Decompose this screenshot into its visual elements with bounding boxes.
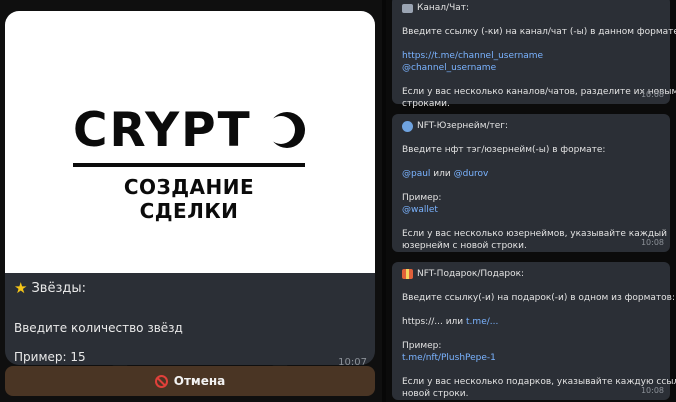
- message-time: 10:07: [338, 357, 367, 365]
- prohibited-icon: [154, 374, 168, 388]
- card-example: Пример: 15: [14, 350, 86, 364]
- bubble-note: Если у вас несколько юзернеймов, указыва…: [402, 229, 668, 239]
- star-icon: ★: [14, 279, 28, 297]
- bubble-note-2: юзернейм с новой строки.: [402, 241, 527, 251]
- cancel-button-label: Отмена: [173, 374, 226, 388]
- link-wallet[interactable]: @wallet: [402, 204, 660, 216]
- chat-panel: CRYPT СОЗДАНИЕ СДЕЛКИ ★ Звёзды: Введите …: [0, 0, 382, 402]
- bubble-note-2: новой строки.: [402, 389, 469, 399]
- moon-logo-icon: [267, 112, 305, 148]
- bubble-note: Если у вас несколько каналов/чатов, разд…: [402, 87, 676, 97]
- message-time: 10:08: [640, 90, 664, 99]
- cancel-button[interactable]: Отмена: [5, 366, 375, 396]
- bubble-channel: Канал/Чат: Введите ссылку (-ки) на канал…: [392, 0, 676, 109]
- bubble-note: Если у вас несколько подарков, указывайт…: [402, 377, 676, 387]
- gift-formats: https://... или t.me/...: [402, 317, 499, 327]
- bubble-title: NFT-Подарок/Подарок:: [402, 268, 660, 280]
- bubble-title: NFT-Юзернейм/тег:: [402, 120, 660, 132]
- logo-subtitle: СОЗДАНИЕ СДЕЛКИ: [123, 175, 255, 223]
- link-channel-username[interactable]: @channel_username: [402, 62, 660, 74]
- link-durov[interactable]: @durov: [454, 169, 489, 179]
- card-title: ★ Звёзды:: [14, 279, 86, 297]
- bubble-note-2: строками.: [402, 99, 450, 109]
- link-paul[interactable]: @paul: [402, 169, 430, 179]
- link-plushpepe[interactable]: t.me/nft/PlushPepe-1: [402, 352, 660, 364]
- username-examples: @paul или @durov: [402, 169, 489, 179]
- message-time: 10:08: [640, 386, 664, 395]
- card-prompt: Введите количество звёзд: [14, 321, 183, 335]
- bubble-instruction: Введите ссылку(-и) на подарок(-и) в одно…: [402, 293, 675, 303]
- example-label: Пример:: [402, 341, 442, 351]
- user-icon: [402, 120, 413, 132]
- message-time: 10:08: [640, 238, 664, 247]
- link-channel-url[interactable]: https://t.me/channel_username: [402, 50, 660, 62]
- example-label: Пример:: [402, 193, 442, 203]
- right-chat-panel: Канал/Чат: Введите ссылку (-ки) на канал…: [386, 0, 676, 402]
- bubble-nft-gift: NFT-Подарок/Подарок: Введите ссылку(-и) …: [392, 262, 676, 400]
- bubble-instruction: Введите нфт тэг/юзернейм(-ы) в формате:: [402, 145, 606, 155]
- gift-icon: [402, 269, 413, 279]
- bubble-nft-username: NFT-Юзернейм/тег: Введите нфт тэг/юзерне…: [392, 114, 670, 252]
- bubble-instruction: Введите ссылку (-ки) на канал/чат (-ы) в…: [402, 27, 676, 37]
- bubble-title: Канал/Чат:: [402, 2, 660, 14]
- document-icon: [402, 3, 413, 13]
- card-title-label: Звёзды:: [31, 280, 86, 296]
- link-tme[interactable]: t.me/...: [466, 317, 498, 327]
- logo-underline: [73, 163, 305, 167]
- message-card: CRYPT СОЗДАНИЕ СДЕЛКИ ★ Звёзды: Введите …: [5, 11, 375, 365]
- crypto-banner-image: CRYPT СОЗДАНИЕ СДЕЛКИ: [5, 11, 375, 273]
